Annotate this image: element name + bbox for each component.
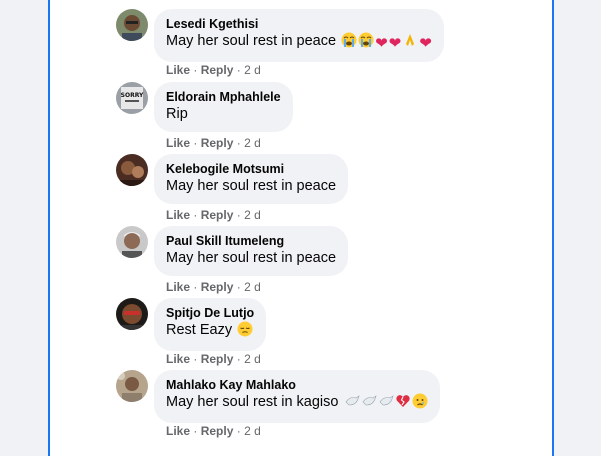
like-button[interactable]: Like [166, 424, 190, 438]
comment-text: Rest Eazy [166, 321, 254, 343]
comment-bubble: Eldorain Mphahlele Rip [154, 82, 293, 132]
comment-actions: Like · Reply · 2 d [166, 424, 261, 438]
reply-button[interactable]: Reply [201, 208, 234, 222]
reply-button[interactable]: Reply [201, 136, 234, 150]
dove-icon [378, 393, 394, 415]
reply-button[interactable]: Reply [201, 352, 234, 366]
commenter-name[interactable]: Kelebogile Motsumi [166, 161, 336, 177]
separator: · [193, 136, 198, 150]
comment-timestamp[interactable]: 2 d [244, 352, 261, 366]
comment-timestamp[interactable]: 2 d [244, 208, 261, 222]
commenter-name[interactable]: Eldorain Mphahlele [166, 89, 281, 105]
comment-actions: Like · Reply · 2 d [166, 136, 261, 150]
separator: · [236, 352, 241, 366]
separator: · [193, 208, 198, 222]
comment-bubble: Mahlako Kay Mahlako May her soul rest in… [154, 370, 440, 423]
avatar[interactable] [116, 298, 148, 330]
like-button[interactable]: Like [166, 208, 190, 222]
comment-actions: Like · Reply · 2 d [166, 352, 261, 366]
comment-actions: Like · Reply · 2 d [166, 280, 261, 294]
comment-bubble: Spitjo De Lutjo Rest Eazy [154, 298, 267, 351]
comment-timestamp[interactable]: 2 d [244, 63, 261, 77]
separator: · [236, 136, 241, 150]
red-heart-icon: ❤ [419, 35, 432, 52]
avatar[interactable] [116, 9, 148, 41]
comment-timestamp[interactable]: 2 d [244, 136, 261, 150]
separator: · [193, 280, 198, 294]
commenter-name[interactable]: Lesedi Kgethisi [166, 16, 432, 32]
comment-timestamp[interactable]: 2 d [244, 424, 261, 438]
comment-bubble: Lesedi Kgethisi May her soul rest in pea… [154, 9, 444, 62]
comment-text: May her soul rest in peace ❤❤ ❤ [166, 32, 432, 54]
red-heart-icon: ❤ [388, 35, 402, 52]
loudly-crying-face-icon [341, 32, 357, 54]
like-button[interactable]: Like [166, 352, 190, 366]
dove-icon [344, 393, 360, 415]
pensive-face-icon [237, 321, 253, 343]
avatar[interactable]: SORRY [116, 82, 148, 114]
avatar-label: SORRY [121, 92, 144, 99]
separator: · [236, 208, 241, 222]
comment-actions: Like · Reply · 2 d [166, 63, 261, 77]
separator: · [193, 63, 198, 77]
avatar[interactable] [116, 226, 148, 258]
folded-hands-icon [402, 32, 418, 54]
separator: · [236, 280, 241, 294]
comments-panel: Lesedi Kgethisi May her soul rest in pea… [48, 0, 554, 456]
loudly-crying-face-icon [358, 32, 374, 54]
comment-text: May her soul rest in kagiso [166, 393, 428, 415]
comment-text-content: May her soul rest in kagiso [166, 394, 339, 410]
red-heart-icon: ❤ [375, 35, 388, 52]
reply-button[interactable]: Reply [201, 280, 234, 294]
comment-bubble: Kelebogile Motsumi May her soul rest in … [154, 154, 349, 204]
separator: · [236, 63, 241, 77]
commenter-name[interactable]: Spitjo De Lutjo [166, 305, 254, 321]
comment-text: Rip [166, 106, 188, 122]
comment-text-content: Rest Eazy [166, 322, 233, 338]
separator: · [193, 352, 198, 366]
dove-icon [361, 393, 377, 415]
reply-button[interactable]: Reply [201, 424, 234, 438]
broken-heart-icon [395, 393, 411, 415]
comment-timestamp[interactable]: 2 d [244, 280, 261, 294]
comment-text: May her soul rest in peace [166, 250, 337, 266]
separator: · [236, 424, 241, 438]
like-button[interactable]: Like [166, 63, 190, 77]
commenter-name[interactable]: Mahlako Kay Mahlako [166, 377, 428, 393]
reply-button[interactable]: Reply [201, 63, 234, 77]
commenter-name[interactable]: Paul Skill Itumeleng [166, 233, 336, 249]
comment-bubble: Paul Skill Itumeleng May her soul rest i… [154, 226, 349, 276]
comment-actions: Like · Reply · 2 d [166, 208, 261, 222]
separator: · [193, 424, 198, 438]
like-button[interactable]: Like [166, 136, 190, 150]
comment-text: May her soul rest in peace [166, 178, 337, 194]
avatar[interactable] [116, 370, 148, 402]
crying-face-icon [412, 393, 428, 415]
comment-text-content: May her soul rest in peace [166, 33, 337, 49]
like-button[interactable]: Like [166, 280, 190, 294]
avatar[interactable] [116, 154, 148, 186]
